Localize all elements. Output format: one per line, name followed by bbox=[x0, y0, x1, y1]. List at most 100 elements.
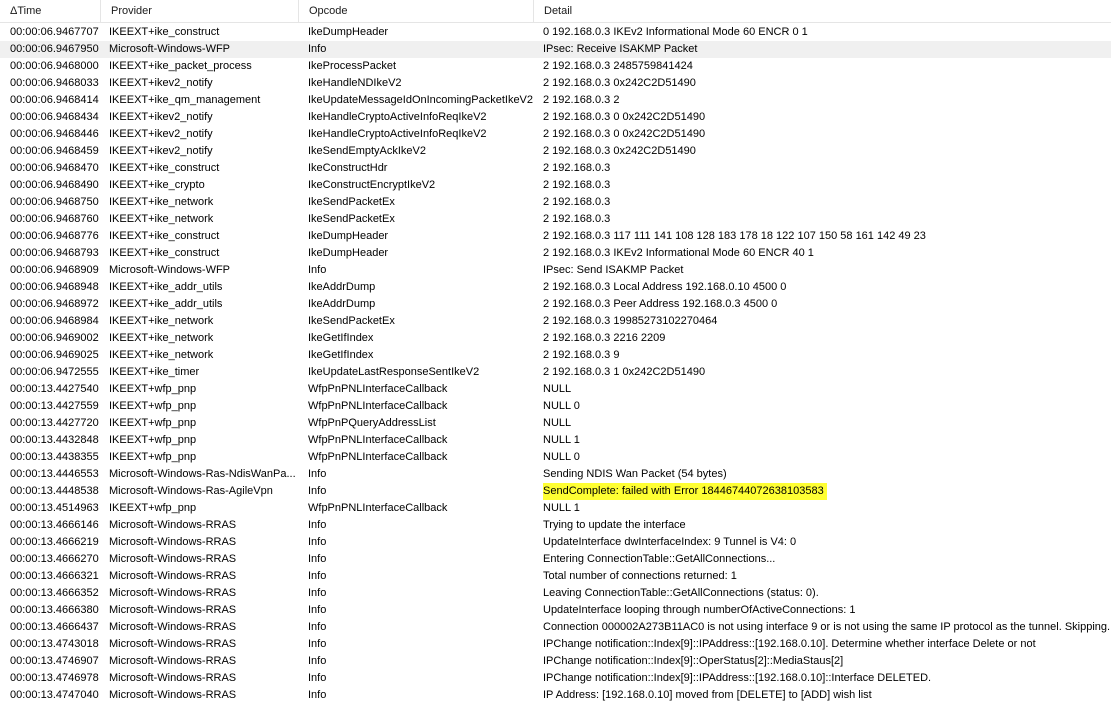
cell-opcode: IkeUpdateMessageIdOnIncomingPacketIkeV2 bbox=[308, 94, 534, 106]
cell-opcode: IkeConstructEncryptIkeV2 bbox=[308, 179, 436, 191]
cell-detail: 2 192.168.0.3 2216 2209 bbox=[543, 332, 666, 344]
cell-time: 00:00:06.9468459 bbox=[10, 145, 99, 157]
table-row[interactable]: 00:00:06.9468750 IKEEXT+ike_network IkeSen… bbox=[0, 194, 1111, 211]
cell-opcode: IkeDumpHeader bbox=[308, 247, 389, 259]
cell-provider: Microsoft-Windows-RRAS bbox=[109, 672, 237, 684]
table-row[interactable]: 00:00:13.4448538 Microsoft-Windows-Ras-Ag… bbox=[0, 483, 1111, 500]
cell-time: 00:00:06.9468414 bbox=[10, 94, 99, 106]
cell-time: 00:00:13.4666380 bbox=[10, 604, 99, 616]
cell-provider: IKEEXT+ike_network bbox=[109, 349, 214, 361]
table-row[interactable]: 00:00:13.4427720 IKEEXT+wfp_pnp WfpPnPQuer… bbox=[0, 415, 1111, 432]
table-row[interactable]: 00:00:06.9468000 IKEEXT+ike_packet_proces… bbox=[0, 58, 1111, 75]
cell-time: 00:00:06.9468446 bbox=[10, 128, 99, 140]
cell-opcode: IkeUpdateLastResponseSentIkeV2 bbox=[308, 366, 480, 378]
column-header-detail[interactable]: Detail bbox=[534, 0, 1111, 22]
table-row[interactable]: 00:00:06.9468793 IKEEXT+ike_construct IkeD… bbox=[0, 245, 1111, 262]
cell-opcode: IkeGetIfIndex bbox=[308, 349, 374, 361]
table-row[interactable]: 00:00:06.9468909 Microsoft-Windows-WFP Inf… bbox=[0, 262, 1111, 279]
cell-opcode: IkeHandleCryptoActiveInfoReqIkeV2 bbox=[308, 128, 487, 140]
table-row[interactable]: 00:00:06.9468776 IKEEXT+ike_construct IkeD… bbox=[0, 228, 1111, 245]
cell-detail: IP Address: [192.168.0.10] moved from [D… bbox=[543, 689, 872, 701]
cell-detail: Entering ConnectionTable::GetAllConnecti… bbox=[543, 553, 776, 565]
cell-opcode: Info bbox=[308, 689, 327, 701]
table-row[interactable]: 00:00:06.9469025 IKEEXT+ike_network IkeGet… bbox=[0, 347, 1111, 364]
table-row[interactable]: 00:00:06.9468490 IKEEXT+ike_crypto IkeCons… bbox=[0, 177, 1111, 194]
cell-provider: Microsoft-Windows-RRAS bbox=[109, 655, 237, 667]
table-row[interactable]: 00:00:13.4747040 Microsoft-Windows-RRAS In… bbox=[0, 687, 1111, 704]
cell-time: 00:00:06.9468948 bbox=[10, 281, 99, 293]
cell-time: 00:00:06.9469002 bbox=[10, 332, 99, 344]
column-header-time[interactable]: ΔTime bbox=[0, 0, 101, 22]
table-row[interactable]: 00:00:06.9468459 IKEEXT+ikev2_notify IkeSe… bbox=[0, 143, 1111, 160]
cell-time: 00:00:06.9468793 bbox=[10, 247, 99, 259]
cell-provider: IKEEXT+wfp_pnp bbox=[109, 451, 197, 463]
cell-provider: Microsoft-Windows-Ras-AgileVpn bbox=[109, 485, 273, 497]
cell-provider: Microsoft-Windows-RRAS bbox=[109, 536, 237, 548]
cell-detail: Trying to update the interface bbox=[543, 519, 686, 531]
column-header-opcode[interactable]: Opcode bbox=[299, 0, 534, 22]
table-row[interactable]: 00:00:13.4432848 IKEEXT+wfp_pnp WfpPnPNLIn… bbox=[0, 432, 1111, 449]
table-row[interactable]: 00:00:06.9468470 IKEEXT+ike_construct IkeC… bbox=[0, 160, 1111, 177]
cell-detail: 2 192.168.0.3 bbox=[543, 179, 611, 191]
table-row[interactable]: 00:00:13.4666219 Microsoft-Windows-RRAS In… bbox=[0, 534, 1111, 551]
table-row[interactable]: 00:00:06.9468984 IKEEXT+ike_network IkeSen… bbox=[0, 313, 1111, 330]
cell-detail: IPChange notification::Index[9]::IPAddre… bbox=[543, 638, 1036, 650]
cell-opcode: Info bbox=[308, 553, 327, 565]
table-row[interactable]: 00:00:06.9467707 IKEEXT+ike_construct IkeD… bbox=[0, 24, 1111, 41]
cell-provider: IKEEXT+wfp_pnp bbox=[109, 383, 197, 395]
table-row[interactable]: 00:00:13.4746907 Microsoft-Windows-RRAS In… bbox=[0, 653, 1111, 670]
table-row[interactable]: 00:00:06.9469002 IKEEXT+ike_network IkeGet… bbox=[0, 330, 1111, 347]
table-row[interactable]: 00:00:06.9468972 IKEEXT+ike_addr_utils Ike… bbox=[0, 296, 1111, 313]
cell-provider: Microsoft-Windows-RRAS bbox=[109, 621, 237, 633]
table-row[interactable]: 00:00:13.4666321 Microsoft-Windows-RRAS In… bbox=[0, 568, 1111, 585]
table-row[interactable]: 00:00:06.9468948 IKEEXT+ike_addr_utils Ike… bbox=[0, 279, 1111, 296]
cell-provider: Microsoft-Windows-WFP bbox=[109, 43, 231, 55]
table-row[interactable]: 00:00:06.9472555 IKEEXT+ike_timer IkeUpdat… bbox=[0, 364, 1111, 381]
event-list-grid[interactable]: ΔTime Provider Opcode Detail 00:00:06.94… bbox=[0, 0, 1111, 709]
cell-opcode: WfpPnPNLInterfaceCallback bbox=[308, 434, 448, 446]
table-row[interactable]: 00:00:06.9468434 IKEEXT+ikev2_notify IkeHa… bbox=[0, 109, 1111, 126]
table-row[interactable]: 00:00:06.9467950 Microsoft-Windows-WFP Inf… bbox=[0, 41, 1111, 58]
cell-provider: IKEEXT+ike_network bbox=[109, 196, 214, 208]
cell-detail: IPsec: Send ISAKMP Packet bbox=[543, 264, 684, 276]
table-row[interactable]: 00:00:13.4666352 Microsoft-Windows-RRAS In… bbox=[0, 585, 1111, 602]
cell-time: 00:00:13.4666270 bbox=[10, 553, 99, 565]
cell-detail: 2 192.168.0.3 19985273102270464 bbox=[543, 315, 718, 327]
table-row[interactable]: 00:00:13.4427559 IKEEXT+wfp_pnp WfpPnPNLIn… bbox=[0, 398, 1111, 415]
cell-provider: IKEEXT+ikev2_notify bbox=[109, 145, 213, 157]
cell-provider: IKEEXT+wfp_pnp bbox=[109, 434, 197, 446]
cell-time: 00:00:13.4427540 bbox=[10, 383, 99, 395]
cell-time: 00:00:13.4448538 bbox=[10, 485, 99, 497]
table-row[interactable]: 00:00:13.4427540 IKEEXT+wfp_pnp WfpPnPNLIn… bbox=[0, 381, 1111, 398]
table-row[interactable]: 00:00:13.4743018 Microsoft-Windows-RRAS In… bbox=[0, 636, 1111, 653]
cell-time: 00:00:13.4666321 bbox=[10, 570, 99, 582]
cell-detail: NULL 1 bbox=[543, 434, 580, 446]
table-row[interactable]: 00:00:13.4438355 IKEEXT+wfp_pnp WfpPnPNLIn… bbox=[0, 449, 1111, 466]
table-row[interactable]: 00:00:13.4666380 Microsoft-Windows-RRAS In… bbox=[0, 602, 1111, 619]
table-row[interactable]: 00:00:06.9468414 IKEEXT+ike_qm_management… bbox=[0, 92, 1111, 109]
cell-opcode: IkeSendPacketEx bbox=[308, 213, 395, 225]
cell-provider: IKEEXT+wfp_pnp bbox=[109, 417, 197, 429]
cell-time: 00:00:06.9469025 bbox=[10, 349, 99, 361]
column-header-provider[interactable]: Provider bbox=[101, 0, 299, 22]
cell-provider: Microsoft-Windows-WFP bbox=[109, 264, 231, 276]
table-row[interactable]: 00:00:13.4666270 Microsoft-Windows-RRAS In… bbox=[0, 551, 1111, 568]
cell-detail: 2 192.168.0.3 IKEv2 Informational Mode 6… bbox=[543, 247, 814, 259]
table-row[interactable]: 00:00:13.4666437 Microsoft-Windows-RRAS In… bbox=[0, 619, 1111, 636]
table-row[interactable]: 00:00:13.4446553 Microsoft-Windows-Ras-Nd… bbox=[0, 466, 1111, 483]
cell-provider: IKEEXT+ike_construct bbox=[109, 26, 220, 38]
column-header-bar: ΔTime Provider Opcode Detail bbox=[0, 0, 1111, 23]
cell-detail: 2 192.168.0.3 2485759841424 bbox=[543, 60, 693, 72]
table-row[interactable]: 00:00:13.4666146 Microsoft-Windows-RRAS In… bbox=[0, 517, 1111, 534]
cell-provider: IKEEXT+ike_network bbox=[109, 213, 214, 225]
table-row[interactable]: 00:00:13.4746978 Microsoft-Windows-RRAS In… bbox=[0, 670, 1111, 687]
cell-opcode: Info bbox=[308, 485, 327, 497]
table-row[interactable]: 00:00:06.9468033 IKEEXT+ikev2_notify IkeHa… bbox=[0, 75, 1111, 92]
cell-opcode: Info bbox=[308, 587, 327, 599]
table-row[interactable]: 00:00:13.4514963 IKEEXT+wfp_pnp WfpPnPNLIn… bbox=[0, 500, 1111, 517]
cell-detail: 2 192.168.0.3 2 bbox=[543, 94, 620, 106]
cell-time: 00:00:06.9467707 bbox=[10, 26, 99, 38]
table-row[interactable]: 00:00:06.9468446 IKEEXT+ikev2_notify IkeHa… bbox=[0, 126, 1111, 143]
cell-detail: Sending NDIS Wan Packet (54 bytes) bbox=[543, 468, 727, 480]
table-row[interactable]: 00:00:06.9468760 IKEEXT+ike_network IkeSen… bbox=[0, 211, 1111, 228]
